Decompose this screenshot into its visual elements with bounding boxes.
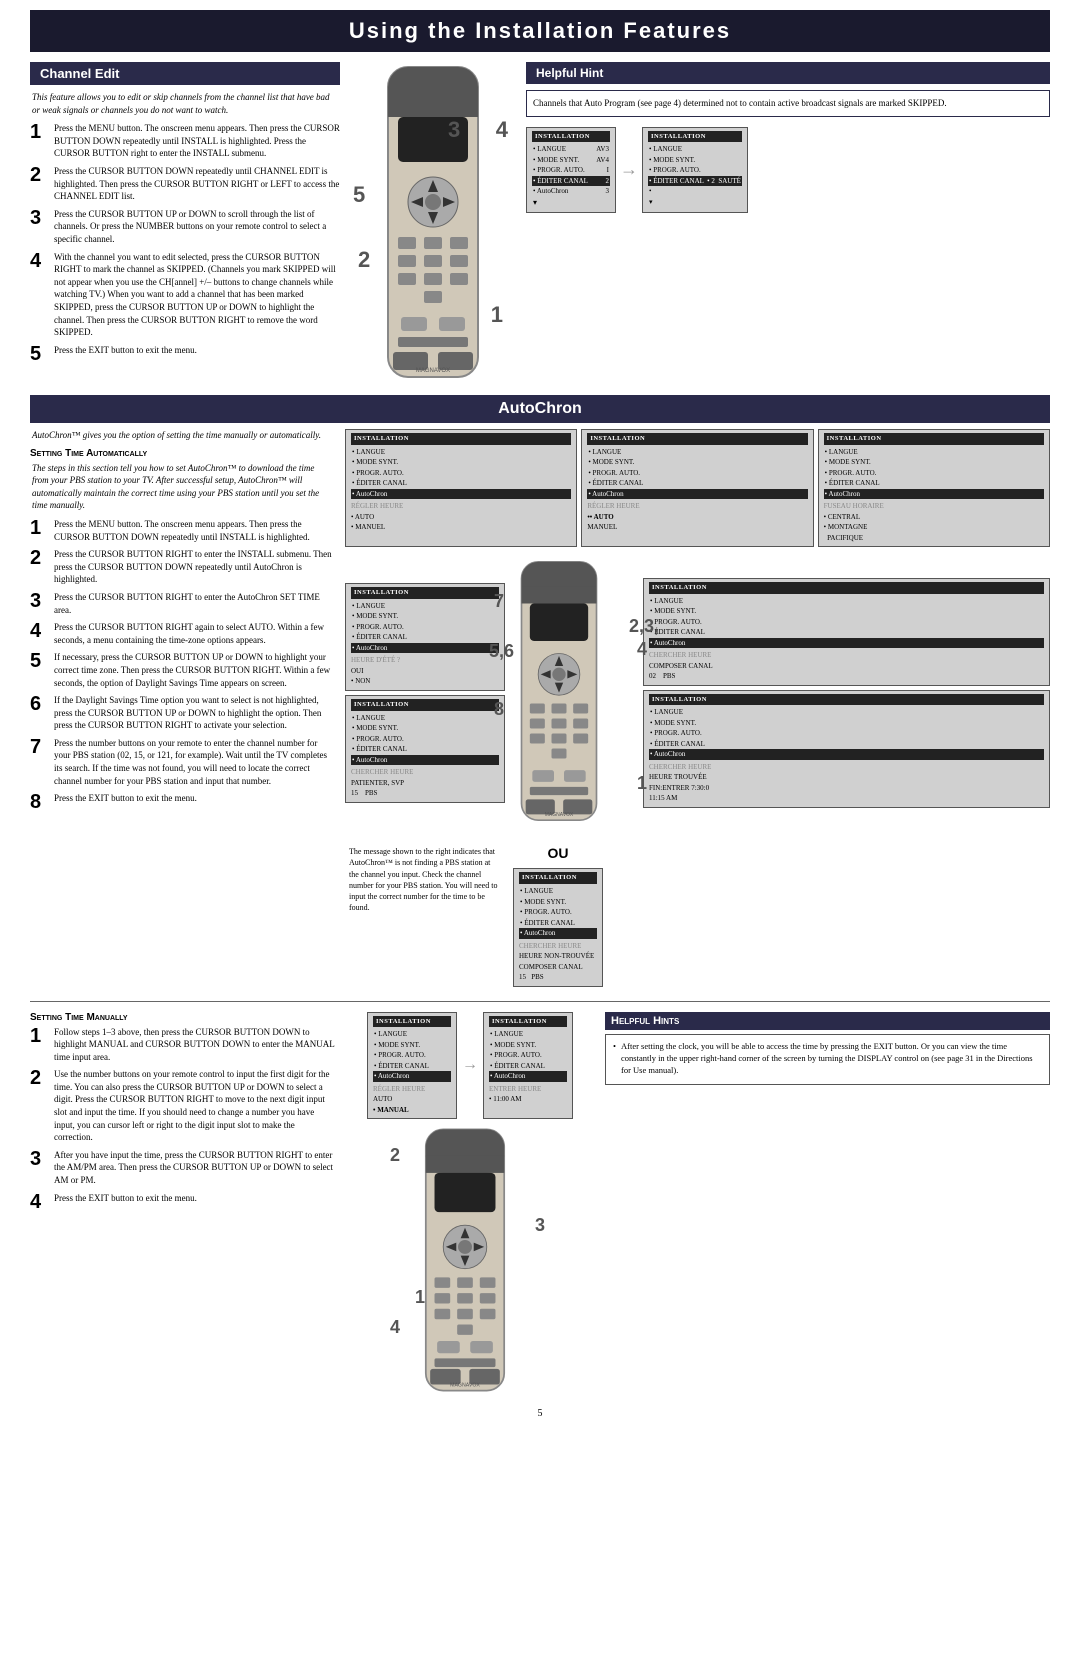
svg-text:MAGNAVOX: MAGNAVOX (416, 368, 450, 374)
helpful-hint-text: Channels that Auto Program (see page 4) … (526, 90, 1050, 117)
auto-step-5: 5 If necessary, press the CURSOR BUTTON … (30, 651, 335, 689)
screen-manual-2: INSTALLATION • LANGUE • MODE SYNT. • PRO… (483, 1012, 573, 1120)
helpful-hint-header: Helpful Hint (526, 62, 1050, 84)
step-num-3: 3 (30, 208, 50, 228)
manual-step-num-2: 2 (30, 1068, 50, 1088)
step-1: 1 Press the MENU button. The onscreen me… (30, 122, 340, 160)
channel-edit-text: Channel Edit This feature allows you to … (30, 62, 340, 385)
auto-step-1: 1 Press the MENU button. The onscreen me… (30, 518, 335, 543)
auto-step-num-1: 1 (30, 518, 50, 538)
manual-step-text-1: Follow steps 1–3 above, then press the C… (54, 1026, 335, 1064)
svg-text:MAGNAVOX: MAGNAVOX (545, 812, 574, 818)
autochron-body: AutoChron™ gives you the option of setti… (30, 429, 1050, 995)
auto-step-text-3: Press the CURSOR BUTTON RIGHT to enter t… (54, 591, 335, 616)
setting-time-auto-subtitle: The steps in this section tell you how t… (30, 462, 335, 512)
step-text-3: Press the CURSOR BUTTON UP or DOWN to sc… (54, 208, 340, 246)
auto-step-num-7: 7 (30, 737, 50, 757)
helpful-hint-item-1: After setting the clock, you will be abl… (613, 1040, 1042, 1077)
auto-step-2: 2 Press the CURSOR BUTTON RIGHT to enter… (30, 548, 335, 586)
step-2: 2 Press the CURSOR BUTTON DOWN repeatedl… (30, 165, 340, 203)
channel-edit-header: Channel Edit (30, 62, 340, 85)
autochron-message: The message shown to the right indicates… (345, 842, 505, 917)
divider (30, 1001, 1050, 1002)
setting-time-auto-title: Setting Time Automatically (30, 448, 335, 459)
auto-step-8: 8 Press the EXIT button to exit the menu… (30, 792, 335, 812)
step-3: 3 Press the CURSOR BUTTON UP or DOWN to … (30, 208, 340, 246)
manual-step-text-2: Use the number buttons on your remote co… (54, 1068, 335, 1144)
screen-auto-7: INSTALLATION • LANGUE • MODE SYNT. • PRO… (643, 690, 1050, 808)
auto-step-6: 6 If the Daylight Savings Time option yo… (30, 694, 335, 732)
manual-step-text-4: Press the EXIT button to exit the menu. (54, 1192, 335, 1205)
auto-step-num-5: 5 (30, 651, 50, 671)
manual-step-1: 1 Follow steps 1–3 above, then press the… (30, 1026, 335, 1064)
auto-step-num-8: 8 (30, 792, 50, 812)
auto-step-num-2: 2 (30, 548, 50, 568)
main-title: Using the Installation Features (30, 10, 1050, 52)
auto-step-text-8: Press the EXIT button to exit the menu. (54, 792, 335, 805)
manual-step-num-3: 3 (30, 1149, 50, 1169)
remote-top: 3 4 5 2 1 (348, 62, 518, 385)
step-text-4: With the channel you want to edit select… (54, 251, 340, 339)
auto-step-text-6: If the Daylight Savings Time option you … (54, 694, 335, 732)
manual-step-3: 3 After you have input the time, press t… (30, 1149, 335, 1187)
remote-svg-top: MAGNAVOX (373, 62, 493, 382)
auto-step-4: 4 Press the CURSOR BUTTON RIGHT again to… (30, 621, 335, 646)
manual-step-text-3: After you have input the time, press the… (54, 1149, 335, 1187)
remote-svg-manual: MAGNAVOX (410, 1125, 520, 1395)
screen-top-1: INSTALLATION • LANGUE AV3 • MODE SYNT. A… (526, 127, 616, 213)
step-text-5: Press the EXIT button to exit the menu. (54, 344, 340, 357)
channel-edit-title: Channel Edit (40, 66, 119, 81)
bottom-section: Setting Time Manually 1 Follow steps 1–3… (30, 1012, 1050, 1399)
manual-step-2: 2 Use the number buttons on your remote … (30, 1068, 335, 1144)
autochron-intro: AutoChron™ gives you the option of setti… (30, 429, 335, 442)
autochron-left: AutoChron™ gives you the option of setti… (30, 429, 335, 995)
auto-step-text-5: If necessary, press the CURSOR BUTTON UP… (54, 651, 335, 689)
auto-step-num-6: 6 (30, 694, 50, 714)
manual-step-4: 4 Press the EXIT button to exit the menu… (30, 1192, 335, 1212)
page-number: 5 (30, 1408, 1050, 1419)
step-num-4: 4 (30, 251, 50, 271)
auto-step-text-7: Press the number buttons on your remote … (54, 737, 335, 787)
step-num-2: 2 (30, 165, 50, 185)
setting-time-manually-title: Setting Time Manually (30, 1012, 335, 1023)
top-right-screens: Helpful Hint Channels that Auto Program … (526, 62, 1050, 385)
screen-auto-1: INSTALLATION • LANGUE • MODE SYNT. • PRO… (345, 429, 577, 547)
screen-top-2: INSTALLATION • LANGUE • MODE SYNT. • PRO… (642, 127, 748, 213)
screen-auto-3: INSTALLATION • LANGUE • MODE SYNT. • PRO… (818, 429, 1050, 547)
helpful-hints-bottom: Helpful Hints After setting the clock, y… (605, 1012, 1050, 1399)
channel-edit-intro: This feature allows you to edit or skip … (30, 91, 340, 116)
remote-svg-auto: MAGNAVOX (509, 551, 609, 831)
step-text-2: Press the CURSOR BUTTON DOWN repeatedly … (54, 165, 340, 203)
helpful-hints-title: Helpful Hints (605, 1012, 1050, 1030)
helpful-hints-box: After setting the clock, you will be abl… (605, 1034, 1050, 1086)
auto-step-text-2: Press the CURSOR BUTTON RIGHT to enter t… (54, 548, 335, 586)
step-text-1: Press the MENU button. The onscreen menu… (54, 122, 340, 160)
step-5: 5 Press the EXIT button to exit the menu… (30, 344, 340, 364)
autochron-section: AutoChron AutoChron™ gives you the optio… (30, 395, 1050, 1419)
screen-auto-2: INSTALLATION • LANGUE • MODE SYNT. • PRO… (581, 429, 813, 547)
auto-step-num-3: 3 (30, 591, 50, 611)
channel-edit-section: Channel Edit This feature allows you to … (30, 62, 1050, 385)
manual-step-num-4: 4 (30, 1192, 50, 1212)
screen-auto-4: INSTALLATION • LANGUE • MODE SYNT. • PRO… (345, 583, 505, 691)
screen-manual-1: INSTALLATION • LANGUE • MODE SYNT. • PRO… (367, 1012, 457, 1120)
screen-auto-not-found: INSTALLATION • LANGUE • MODE SYNT. • PRO… (513, 868, 603, 986)
autochron-header: AutoChron (30, 395, 1050, 423)
manual-step-num-1: 1 (30, 1026, 50, 1046)
screen-auto-6: INSTALLATION • LANGUE • MODE SYNT. • PRO… (643, 578, 1050, 686)
auto-step-text-1: Press the MENU button. The onscreen menu… (54, 518, 335, 543)
auto-step-7: 7 Press the number buttons on your remot… (30, 737, 335, 787)
auto-step-num-4: 4 (30, 621, 50, 641)
svg-text:MAGNAVOX: MAGNAVOX (450, 1383, 480, 1389)
autochron-right: INSTALLATION • LANGUE • MODE SYNT. • PRO… (345, 429, 1050, 995)
step-4: 4 With the channel you want to edit sele… (30, 251, 340, 339)
auto-step-3: 3 Press the CURSOR BUTTON RIGHT to enter… (30, 591, 335, 616)
step-num-1: 1 (30, 122, 50, 142)
ou-label: OU (548, 845, 569, 861)
page-container: Using the Installation Features Channel … (0, 0, 1080, 1439)
screen-auto-5: INSTALLATION • LANGUE • MODE SYNT. • PRO… (345, 695, 505, 803)
setting-time-manually: Setting Time Manually 1 Follow steps 1–3… (30, 1012, 335, 1399)
step-num-5: 5 (30, 344, 50, 364)
auto-step-text-4: Press the CURSOR BUTTON RIGHT again to s… (54, 621, 335, 646)
